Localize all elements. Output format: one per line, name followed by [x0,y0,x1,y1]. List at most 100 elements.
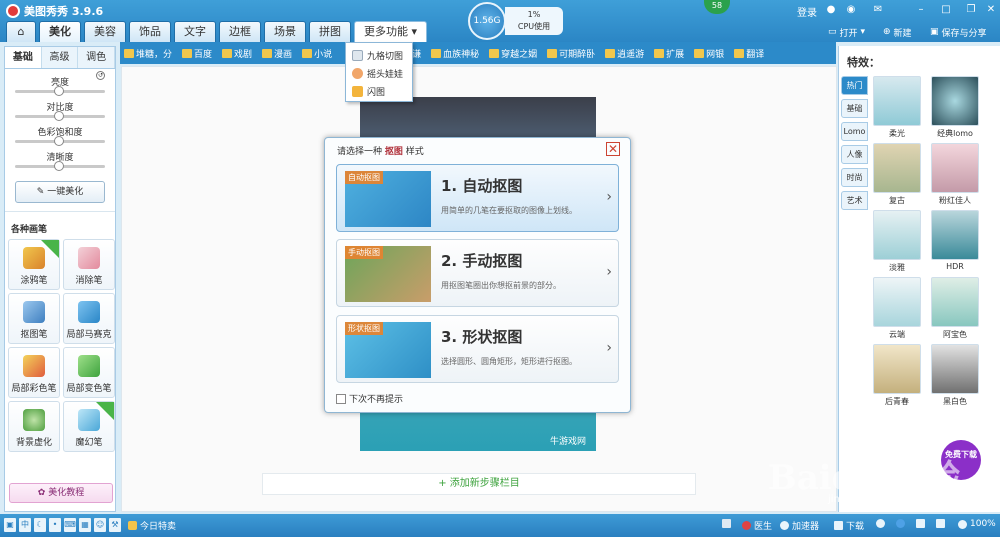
effect-black-white[interactable]: 黑白色 [929,344,981,408]
bookmark-item[interactable]: 穿越之姻 [489,47,537,60]
user-icon[interactable]: ☺ [94,518,106,532]
new-button[interactable]: ⊕ 新建 [883,24,912,40]
mosaic-brush-button[interactable]: 局部马赛克 [63,293,115,344]
tab-home[interactable]: ⌂ [6,21,36,42]
ime-icon[interactable]: 中 [19,518,31,532]
wrench-icon[interactable]: ⚒ [109,518,121,532]
tray-icon[interactable] [876,519,885,528]
contrast-slider[interactable]: 对比度 [5,100,115,125]
ie-icon[interactable] [896,519,905,528]
tab-portrait[interactable]: 人像 [841,145,868,164]
recolor-brush-button[interactable]: 局部变色笔 [63,347,115,398]
sharpness-slider[interactable]: 清晰度 [5,150,115,175]
tab-lomo[interactable]: Lomo [841,122,868,141]
phone-icon[interactable] [722,519,731,528]
effect-cloud[interactable]: 云端 [871,277,923,341]
beautify-tutorial-button[interactable]: ✿ 美化教程 [9,483,113,503]
weibo-icon[interactable]: ◉ [845,4,857,16]
tab-basic-effects[interactable]: 基础 [841,99,868,118]
tab-more-functions[interactable]: 更多功能 ▾ [354,21,428,42]
restore-icon[interactable]: ❐ [965,4,977,16]
download-link[interactable]: 下载 [834,519,864,532]
bookmark-item[interactable]: 翻译 [734,47,764,60]
bookmark-item[interactable]: 血族神秘 [431,47,479,60]
menu-item-bobblehead[interactable]: 摇头娃娃 [346,64,412,82]
doodle-brush-button[interactable]: 涂鸦笔 [8,239,60,290]
effect-retro[interactable]: 复古 [871,143,923,207]
save-share-button[interactable]: ▣ 保存与分享 [930,24,987,40]
accelerator-link[interactable]: 加速器 [780,519,819,532]
bookmark-item[interactable]: 可期醉卧 [547,47,595,60]
tab-beauty[interactable]: 美容 [84,21,126,42]
today-deals-link[interactable]: 今日特卖 [128,519,176,532]
ime-icon[interactable]: ▣ [4,518,16,532]
bookmark-item[interactable]: 逍遥游 [605,47,644,60]
tab-text[interactable]: 文字 [174,21,216,42]
close-window-icon[interactable]: ✕ [985,4,997,16]
tab-advanced[interactable]: 高级 [41,47,79,68]
tab-popular[interactable]: 热门 [841,76,868,95]
mail-icon[interactable]: ✉ [872,4,884,16]
background-blur-button[interactable]: 背景虚化 [8,401,60,452]
memory-meter[interactable]: 1.56G [468,2,506,40]
magic-brush-button[interactable]: 魔幻笔 [63,401,115,452]
tab-scene[interactable]: 场景 [264,21,306,42]
checkbox[interactable] [336,393,346,404]
maximize-icon[interactable]: □ [940,4,952,16]
tab-basic[interactable]: 基础 [5,47,42,68]
tab-art[interactable]: 艺术 [841,191,868,210]
open-button[interactable]: ▭ 打开 ▾ [828,24,865,40]
moon-icon[interactable]: ☾ [34,518,46,532]
effect-elegant[interactable]: 淡雅 [871,210,923,274]
effect-soft-light[interactable]: 柔光 [871,76,923,140]
effect-hdr[interactable]: HDR [929,210,981,274]
local-color-brush-button[interactable]: 局部彩色笔 [8,347,60,398]
effect-pink-lady[interactable]: 粉红佳人 [929,143,981,207]
tab-fashion[interactable]: 时尚 [841,168,868,187]
shape-cutout-option[interactable]: 形状抠图 3. 形状抠图 选择圆形、圆角矩形，矩形进行抠图。 › [336,315,619,383]
manual-cutout-option[interactable]: 手动抠图 2. 手动抠图 用抠图笔圈出你想抠前景的部分。 › [336,239,619,307]
tab-beautify[interactable]: 美化 [39,21,81,42]
saturation-slider[interactable]: 色彩饱和度 [5,125,115,150]
add-step-button[interactable]: + 添加新步骤栏目 [262,473,696,495]
login-link[interactable]: 登录 [797,4,817,19]
effect-abao[interactable]: 阿宝色 [929,277,981,341]
slider-handle[interactable] [54,86,64,96]
tab-color-adjust[interactable]: 调色 [78,47,116,68]
bookmark-item[interactable]: 堆糖，分 [124,47,172,60]
tab-accessories[interactable]: 饰品 [129,21,171,42]
bookmark-item[interactable]: 百度 [182,47,212,60]
effect-classic-lomo[interactable]: 经典lomo [929,76,981,140]
bookmark-item[interactable]: 小说 [302,47,332,60]
close-icon[interactable]: ✕ [606,142,620,156]
brightness-slider[interactable]: 亮度 [5,75,115,100]
doctor-link[interactable]: 医生 [742,519,772,532]
one-click-beautify-button[interactable]: ✎ 一键美化 [15,181,105,203]
grid-icon[interactable]: ▦ [79,518,91,532]
minimize-icon[interactable]: – [915,4,927,16]
menu-item-flash[interactable]: 闪图 [346,82,412,100]
menu-item-nine-grid[interactable]: 九格切图 [346,46,412,64]
eraser-brush-button[interactable]: 消除笔 [63,239,115,290]
qq-icon[interactable]: ● [825,4,837,16]
keyboard-icon[interactable]: ⌨ [64,518,76,532]
zoom-control[interactable]: 100% [958,519,996,529]
slider-handle[interactable] [54,161,64,171]
effect-youth[interactable]: 后青春 [871,344,923,408]
bookmark-item[interactable]: 网银 [694,47,724,60]
bookmark-item[interactable]: 扩展 [654,47,684,60]
bookmark-item[interactable]: 谦 [412,47,421,60]
auto-cutout-option[interactable]: 自动抠图 1. 自动抠图 用简单的几笔在要抠取的图像上划线。 › [336,164,619,232]
punctuation-icon[interactable]: • [49,518,61,532]
tab-collage[interactable]: 拼图 [309,21,351,42]
slider-handle[interactable] [54,111,64,121]
notification-badge[interactable]: 58 [704,0,730,14]
sound-icon[interactable] [936,519,945,528]
slider-handle[interactable] [54,136,64,146]
dont-show-again-checkbox[interactable]: 下次不再提示 [336,392,403,405]
tray-icon[interactable] [916,519,925,528]
bookmark-item[interactable]: 漫画 [262,47,292,60]
cutout-brush-button[interactable]: 抠图笔 [8,293,60,344]
bookmark-item[interactable]: 戏剧 [222,47,252,60]
tab-border[interactable]: 边框 [219,21,261,42]
